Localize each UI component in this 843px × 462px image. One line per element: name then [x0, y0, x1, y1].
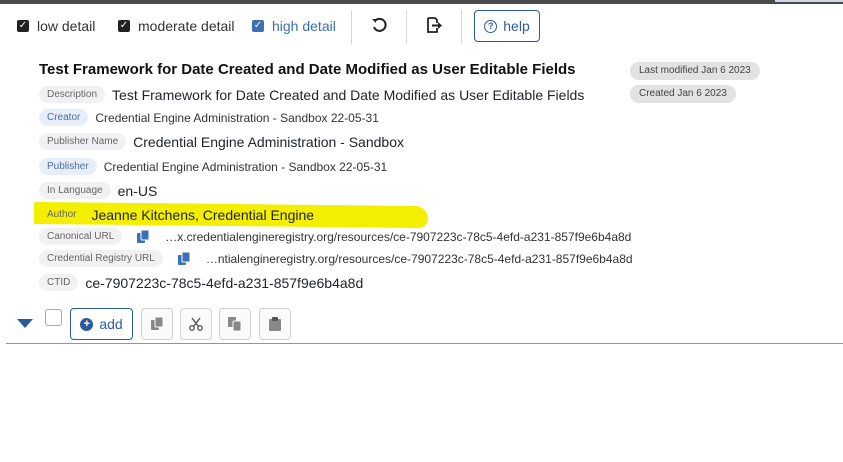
description-label: Description [39, 86, 106, 103]
publisher-name-row: Publisher Name Credential Engine Adminis… [39, 133, 404, 150]
duplicate-icon [228, 317, 242, 331]
collapse-caret-icon[interactable] [17, 316, 33, 334]
high-detail-label: high detail [272, 18, 336, 34]
paste-button[interactable] [259, 308, 291, 340]
publisher-row: Publisher Credential Engine Administrati… [39, 158, 387, 175]
undo-icon [372, 17, 387, 32]
created-badge: Created Jan 6 2023 [630, 85, 736, 103]
ctid-label: CTID [39, 274, 79, 291]
clipboard-icon [269, 317, 281, 331]
toolbar-divider [351, 10, 352, 44]
checkmark-icon: ✓ [118, 20, 130, 32]
author-label: Author [47, 209, 77, 220]
select-checkbox[interactable] [45, 309, 62, 326]
publisher-name-value: Credential Engine Administration - Sandb… [133, 133, 404, 150]
toolbar-divider [406, 10, 407, 44]
export-icon [426, 17, 442, 33]
publisher-label: Publisher [39, 158, 97, 175]
registry-url-row: Credential Registry URL …ntialengineregi… [39, 250, 633, 267]
canonical-url-row: Canonical URL …x.credentialengineregistr… [39, 228, 631, 245]
detail-toolbar: ✓ low detail ✓ moderate detail ✓ high de… [0, 4, 843, 50]
creator-row: Creator Credential Engine Administration… [39, 109, 379, 126]
framework-title: Test Framework for Date Created and Date… [39, 61, 576, 78]
author-row: Author Jeanne Kitchens, Credential Engin… [39, 206, 314, 223]
moderate-detail-checkbox[interactable]: ✓ moderate detail [118, 18, 235, 34]
plus-circle-icon: + [80, 317, 94, 331]
help-label: help [503, 18, 530, 34]
add-label: add [99, 316, 123, 332]
author-value: Jeanne Kitchens, Credential Engine [91, 206, 315, 223]
in-language-value: en-US [117, 182, 158, 199]
publisher-name-label: Publisher Name [39, 133, 127, 150]
duplicate-button[interactable] [219, 308, 251, 340]
registry-url-value[interactable]: …ntialengineregistry.org/resources/ce-79… [206, 252, 633, 266]
cut-button[interactable] [180, 308, 212, 340]
last-modified-badge: Last modified Jan 6 2023 [630, 62, 760, 80]
question-circle-icon: ? [484, 19, 498, 33]
copy-button[interactable] [141, 308, 173, 340]
ctid-value: ce-7907223c-78c5-4efd-a231-857f9e6b4a8d [85, 274, 364, 291]
copy-icon [150, 317, 163, 330]
undo-button[interactable] [370, 16, 388, 34]
creator-value[interactable]: Credential Engine Administration - Sandb… [95, 111, 379, 125]
description-row: Description Test Framework for Date Crea… [39, 86, 584, 103]
copy-icon[interactable] [177, 251, 192, 266]
in-language-label: In Language [39, 182, 111, 199]
add-button[interactable]: + add [70, 308, 133, 340]
low-detail-label: low detail [37, 18, 96, 34]
section-divider [6, 343, 843, 344]
export-button[interactable] [425, 16, 443, 34]
ctid-row: CTID ce-7907223c-78c5-4efd-a231-857f9e6b… [39, 274, 363, 291]
copy-icon[interactable] [137, 229, 151, 244]
moderate-detail-label: moderate detail [138, 18, 235, 34]
toolbar-divider [461, 10, 462, 44]
canonical-url-label: Canonical URL [39, 228, 123, 245]
high-detail-checkbox[interactable]: ✓ high detail [252, 18, 336, 34]
checkmark-icon: ✓ [252, 20, 264, 32]
publisher-value[interactable]: Credential Engine Administration - Sandb… [104, 160, 388, 174]
top-tab-indicator [775, 0, 843, 2]
in-language-row: In Language en-US [39, 182, 157, 199]
description-value: Test Framework for Date Created and Date… [112, 86, 585, 103]
low-detail-checkbox[interactable]: ✓ low detail [17, 18, 95, 34]
registry-url-label: Credential Registry URL [39, 250, 163, 267]
help-button[interactable]: ? help [474, 10, 540, 42]
scissors-icon [189, 317, 203, 331]
checkmark-icon: ✓ [17, 20, 29, 32]
creator-label: Creator [39, 109, 89, 126]
canonical-url-value[interactable]: …x.credentialengineregistry.org/resource… [165, 230, 631, 244]
